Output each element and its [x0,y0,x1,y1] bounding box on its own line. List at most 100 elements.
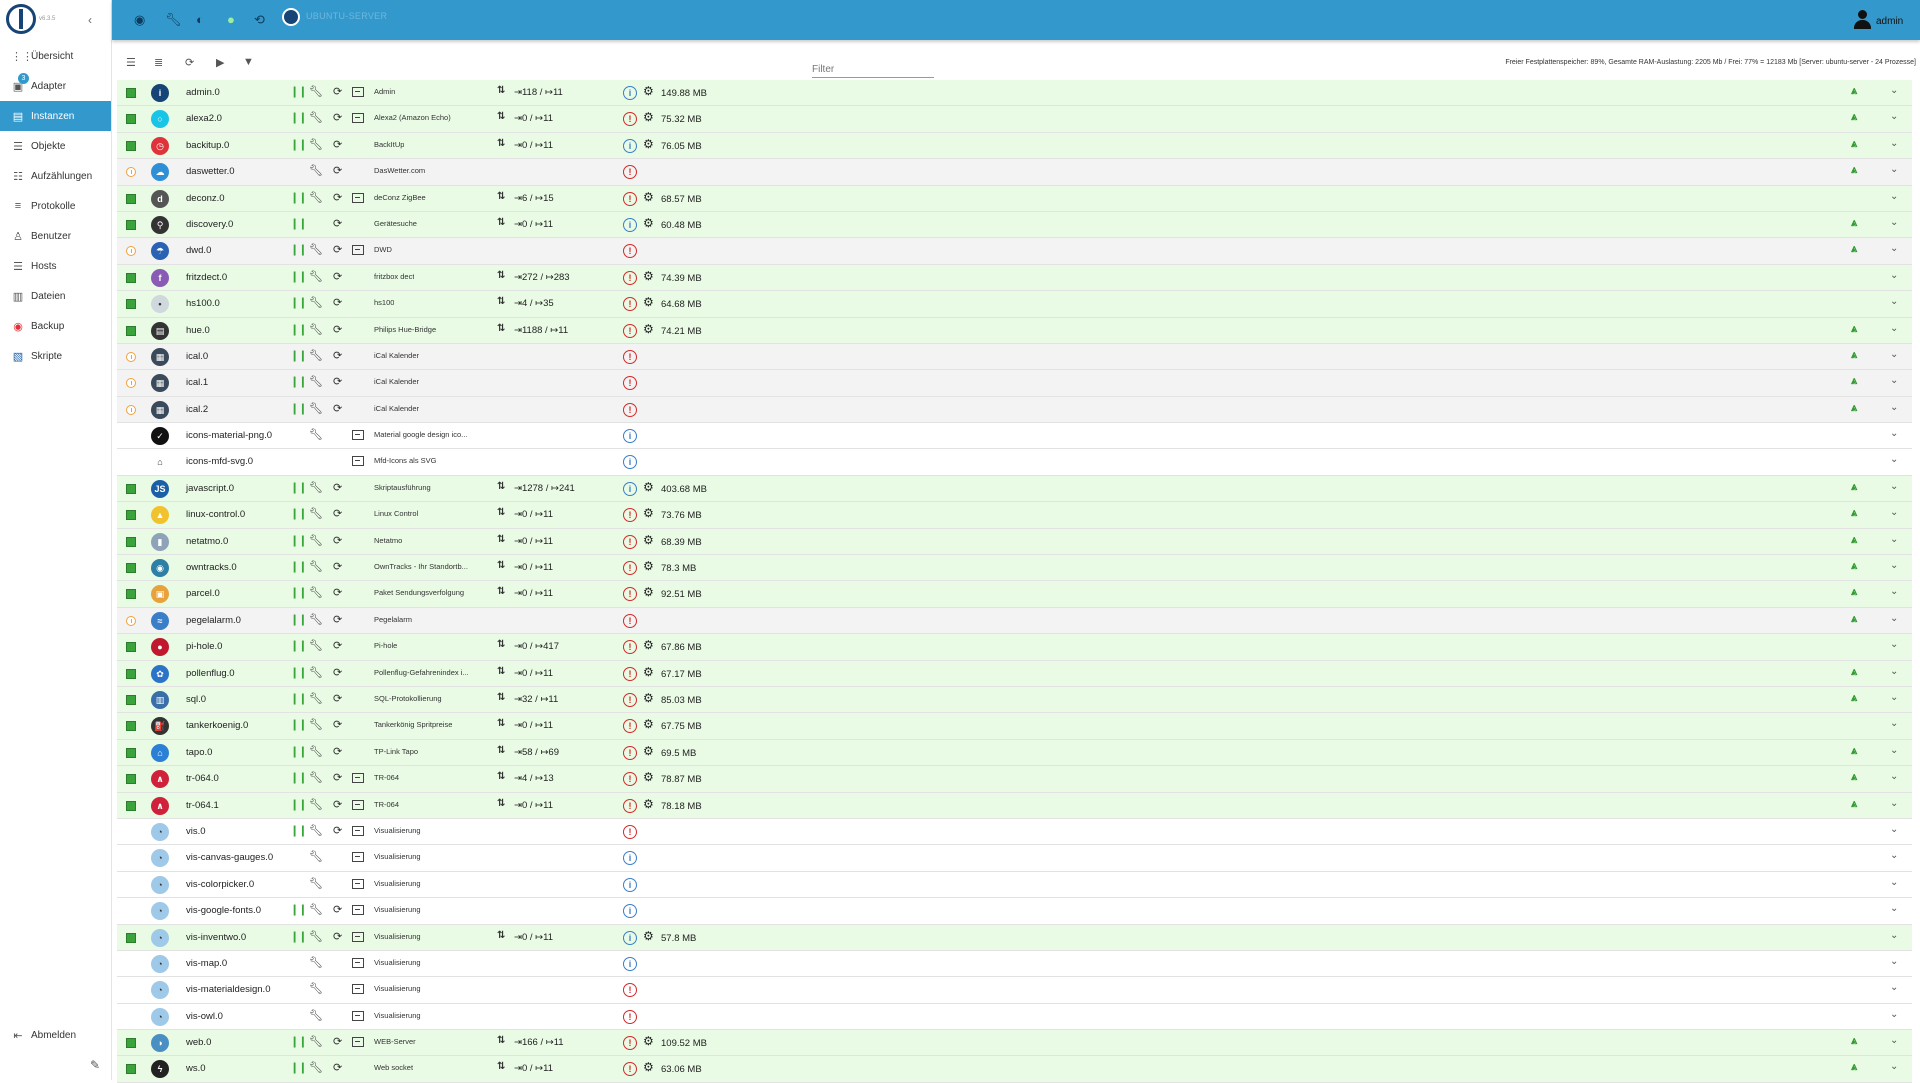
open-web-icon[interactable] [352,773,364,784]
expand-chevron-icon[interactable]: ⌄ [1890,666,1898,677]
warning-icon[interactable]: ! [623,587,637,602]
warning-icon[interactable]: ! [623,692,637,707]
expand-chevron-icon[interactable]: ⌄ [1890,824,1898,835]
pause-button[interactable]: ❙❙ [290,1061,307,1074]
log-level-icon[interactable]: ⩓ [1851,613,1857,626]
expand-chevron-icon[interactable]: ⌄ [1890,217,1898,228]
open-web-icon[interactable] [352,113,364,124]
settings-wrench-icon[interactable]: 🔧︎ [309,639,323,652]
expand-chevron-icon[interactable]: ⌄ [1890,191,1898,202]
list-view-icon[interactable]: ☰ [126,56,136,69]
sidebar-item-grid[interactable]: ⋮⋮ Übersicht [0,41,111,71]
log-level-icon[interactable]: ⩓ [1851,111,1857,124]
warning-icon[interactable]: ! [623,534,637,549]
restart-icon[interactable]: ⟳ [333,243,342,256]
restart-icon[interactable]: ⟳ [333,798,342,811]
warning-icon[interactable]: ! [623,191,637,206]
warning-icon[interactable]: ! [623,640,637,655]
expand-chevron-icon[interactable]: ⌄ [1890,481,1898,492]
log-level-icon[interactable]: ⩓ [1851,323,1857,336]
settings-wrench-icon[interactable]: 🔧︎ [309,296,323,309]
restart-icon[interactable]: ⟳ [333,217,342,230]
expand-chevron-icon[interactable]: ⌄ [1890,718,1898,729]
sidebar-item-adapter[interactable]: ▣ Adapter 3 [0,71,111,101]
log-level-icon[interactable]: ⩓ [1851,692,1857,705]
expand-chevron-icon[interactable]: ⌄ [1890,639,1898,650]
refresh-icon[interactable]: ⟳ [185,56,194,69]
pause-button[interactable]: ❙❙ [290,586,307,599]
restart-icon[interactable]: ⟳ [333,270,342,283]
wrench-icon[interactable]: 🔧︎ [165,12,182,28]
settings-wrench-icon[interactable]: 🔧︎ [309,375,323,388]
restart-icon[interactable]: ⟳ [333,692,342,705]
settings-wrench-icon[interactable]: 🔧︎ [309,745,323,758]
settings-wrench-icon[interactable]: 🔧︎ [309,903,323,916]
log-level-icon[interactable]: ⩓ [1851,534,1857,547]
restart-icon[interactable]: ⟳ [333,1035,342,1048]
settings-wrench-icon[interactable]: 🔧︎ [309,824,323,837]
info-icon[interactable]: i [623,956,637,971]
open-web-icon[interactable] [352,852,364,863]
expand-chevron-icon[interactable]: ⌄ [1890,771,1898,782]
expand-chevron-icon[interactable]: ⌄ [1890,85,1898,96]
restart-icon[interactable]: ⟳ [333,560,342,573]
warning-icon[interactable]: ! [623,402,637,417]
expand-chevron-icon[interactable]: ⌄ [1890,270,1898,281]
edit-pencil-icon[interactable]: ✎ [90,1058,100,1072]
expand-chevron-icon[interactable]: ⌄ [1890,560,1898,571]
expand-chevron-icon[interactable]: ⌄ [1890,164,1898,175]
log-level-icon[interactable]: ⩓ [1851,586,1857,599]
log-level-icon[interactable]: ⩓ [1851,402,1857,415]
settings-wrench-icon[interactable]: 🔧︎ [309,718,323,731]
settings-wrench-icon[interactable]: 🔧︎ [309,243,323,256]
log-level-icon[interactable]: ⩓ [1851,164,1857,177]
settings-wrench-icon[interactable]: 🔧︎ [309,1061,323,1074]
warning-icon[interactable]: ! [623,244,637,259]
warning-icon[interactable]: ! [623,376,637,391]
pause-button[interactable]: ❙❙ [290,375,307,388]
open-web-icon[interactable] [352,1037,364,1048]
settings-wrench-icon[interactable]: 🔧︎ [309,982,323,995]
expand-chevron-icon[interactable]: ⌄ [1890,745,1898,756]
pause-button[interactable]: ❙❙ [290,639,307,652]
pause-button[interactable]: ❙❙ [290,507,307,520]
theme-icon[interactable]: ◐ [196,12,204,27]
restart-icon[interactable]: ⟳ [333,613,342,626]
warning-icon[interactable]: ! [623,508,637,523]
expand-chevron-icon[interactable]: ⌄ [1890,956,1898,967]
warning-icon[interactable]: ! [623,613,637,628]
sync-off-icon[interactable]: ⟲ [254,12,265,28]
info-icon[interactable]: i [623,877,637,892]
restart-icon[interactable]: ⟳ [333,296,342,309]
expand-chevron-icon[interactable]: ⌄ [1890,243,1898,254]
settings-wrench-icon[interactable]: 🔧︎ [309,481,323,494]
log-level-icon[interactable]: ⩓ [1851,349,1857,362]
open-web-icon[interactable] [352,192,364,203]
warning-icon[interactable]: ! [623,561,637,576]
restart-icon[interactable]: ⟳ [333,191,342,204]
warning-icon[interactable]: ! [623,349,637,364]
log-level-icon[interactable]: ⩓ [1851,138,1857,151]
open-web-icon[interactable] [352,905,364,916]
sidebar-item-hosts[interactable]: ☰ Hosts [0,251,111,281]
pause-button[interactable]: ❙❙ [290,560,307,573]
warning-icon[interactable]: ! [623,983,637,998]
pause-button[interactable]: ❙❙ [290,111,307,124]
open-web-icon[interactable] [352,984,364,995]
pause-button[interactable]: ❙❙ [290,270,307,283]
restart-icon[interactable]: ⟳ [333,402,342,415]
sidebar-item-backup[interactable]: ◉ Backup [0,311,111,341]
pause-button[interactable]: ❙❙ [290,349,307,362]
settings-wrench-icon[interactable]: 🔧︎ [309,1035,323,1048]
sidebar-item-files[interactable]: ▥ Dateien [0,281,111,311]
settings-wrench-icon[interactable]: 🔧︎ [309,164,323,177]
iobroker-logo[interactable] [6,4,36,34]
play-icon[interactable]: ▶ [216,56,224,69]
expand-chevron-icon[interactable]: ⌄ [1890,982,1898,993]
expand-chevron-icon[interactable]: ⌄ [1890,111,1898,122]
pause-button[interactable]: ❙❙ [290,745,307,758]
settings-wrench-icon[interactable]: 🔧︎ [309,85,323,98]
expand-chevron-icon[interactable]: ⌄ [1890,428,1898,439]
sidebar-item-objects[interactable]: ☰ Objekte [0,131,111,161]
log-level-icon[interactable]: ⩓ [1851,85,1857,98]
